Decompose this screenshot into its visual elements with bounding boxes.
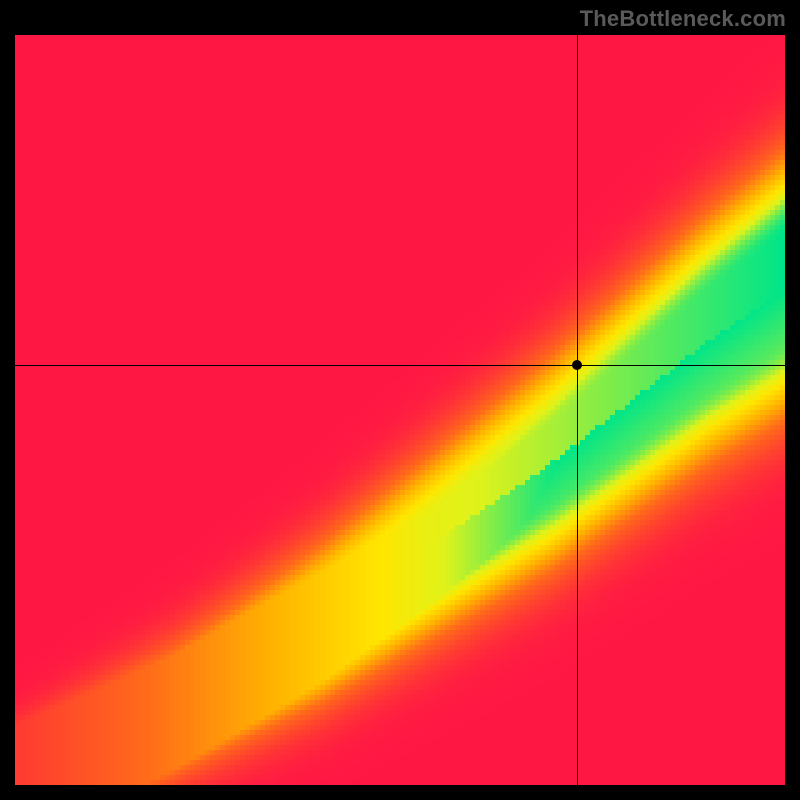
chart-frame: TheBottleneck.com bbox=[0, 0, 800, 800]
marker-dot bbox=[572, 360, 582, 370]
heatmap-canvas bbox=[15, 35, 785, 785]
crosshair-vertical bbox=[577, 35, 578, 785]
heatmap-plot bbox=[15, 35, 785, 785]
crosshair-horizontal bbox=[15, 365, 785, 366]
watermark-text: TheBottleneck.com bbox=[580, 6, 786, 32]
